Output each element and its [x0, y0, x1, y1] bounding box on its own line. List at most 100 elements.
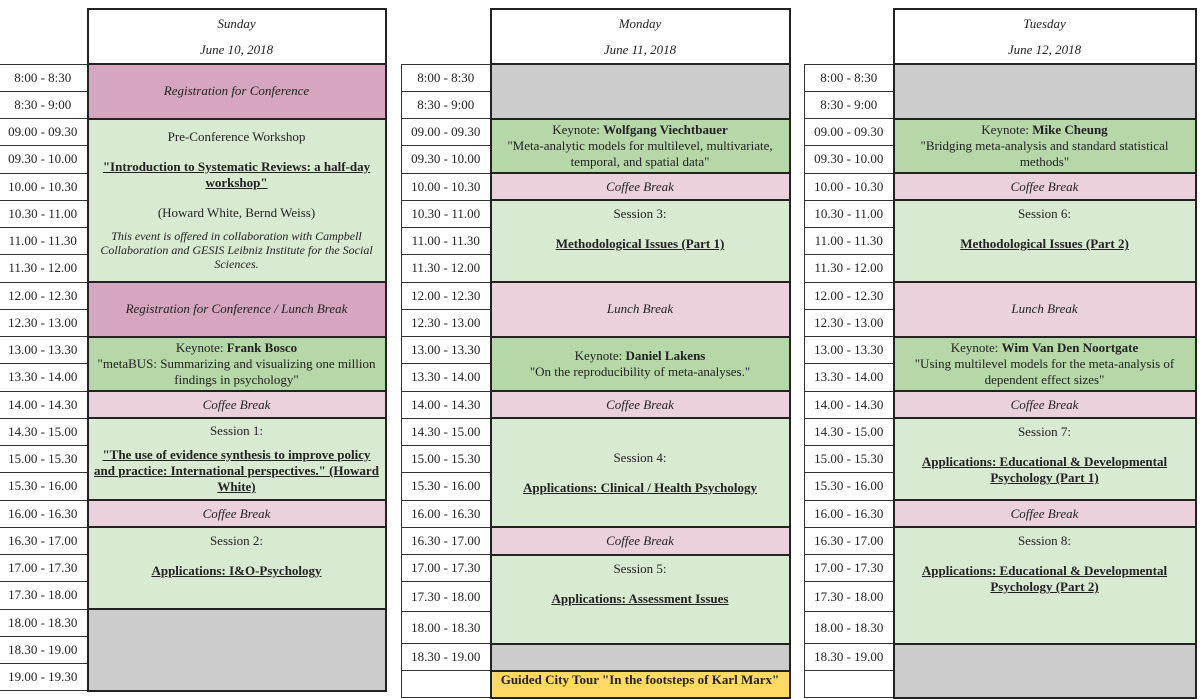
time-slot: 09.30 - 10.00: [0, 145, 88, 174]
break-slot[interactable]: Coffee Break: [892, 498, 1197, 529]
time-slot: 15.30 - 16.00: [0, 472, 88, 501]
table-row: 18.30 - 19.00: [401, 642, 791, 672]
event-cell[interactable]: Guided City Tour "In the footsteps of Ka…: [489, 669, 791, 699]
break-slot[interactable]: Lunch Break: [489, 281, 791, 338]
event-cell[interactable]: Session 2: Applications: I&O-Psychology: [86, 526, 387, 611]
break-slot[interactable]: Coffee Break: [892, 171, 1197, 202]
event-cell[interactable]: Keynote: Mike Cheung "Bridging meta-analy…: [892, 117, 1197, 174]
time-slot: 18.00 - 18.30: [401, 611, 491, 645]
event-title-link[interactable]: "Introduction to Systematic Reviews: a h…: [93, 159, 381, 191]
event-title-link[interactable]: Methodological Issues (Part 1): [496, 236, 785, 252]
time-slot: 14.00 - 14.30: [0, 390, 88, 419]
event-text: Session 3:: [613, 206, 667, 222]
time-slot: 15.30 - 16.00: [804, 472, 894, 501]
time-slot: 12.30 - 13.00: [0, 308, 88, 338]
event-text: Keynote: Daniel Lakens: [496, 348, 785, 364]
event-title-link[interactable]: Applications: Educational & Developmenta…: [899, 454, 1191, 486]
table-row: 14.00 - 14.30 Coffee Break: [0, 389, 387, 420]
time-slot: 15.00 - 15.30: [804, 444, 894, 474]
time-slot: 18.30 - 19.00: [0, 635, 88, 665]
event-title-link[interactable]: Applications: Educational & Developmenta…: [899, 563, 1191, 595]
time-slot: 16.00 - 16.30: [401, 499, 491, 528]
event-text: Coffee Break: [202, 396, 271, 412]
table-row: 10.30 - 11.00 Session 3: Methodological Is…: [401, 199, 791, 283]
table-row: 16.30 - 17.00 Coffee Break: [401, 526, 791, 556]
event-text: Session 1:: [209, 423, 264, 439]
event-text: Registration for Conference: [163, 83, 310, 99]
free-slot: [86, 608, 387, 692]
day-name: Tuesday: [892, 8, 1197, 37]
break-slot[interactable]: Coffee Break: [86, 389, 387, 420]
time-slot: 09.00 - 09.30: [804, 117, 894, 147]
table-row: 10.00 - 10.30 Coffee Break: [804, 171, 1197, 202]
table-row: 09.00 - 09.30 Keynote: Mike Cheung "Bridgi…: [804, 117, 1197, 174]
event-cell[interactable]: Session 1: "The use of evidence synthesis…: [86, 417, 387, 501]
event-text: "On the reproducibility of meta-analyses…: [529, 363, 751, 379]
keynote-speaker: Wim Van Den Noortgate: [1001, 339, 1139, 355]
break-slot[interactable]: Coffee Break: [86, 498, 387, 529]
time-slot: 09.30 - 10.00: [804, 145, 894, 174]
event-text: Coffee Break: [606, 178, 674, 194]
event-cell[interactable]: Keynote: Wolfgang Viechtbauer "Meta-analy…: [489, 117, 791, 174]
event-cell[interactable]: Registration for Conference / Lunch Brea…: [86, 281, 387, 338]
table-row: 14.30 - 15.00 Session 4: Applications: Cli…: [401, 417, 791, 529]
table-row: 16.30 - 17.00 Session 2: Applications: I&O…: [0, 526, 387, 611]
time-slot: 18.30 - 19.00: [804, 643, 894, 672]
break-slot[interactable]: Coffee Break: [489, 389, 791, 420]
time-slot: 11.30 - 12.00: [804, 254, 894, 283]
time-slot: 17.30 - 18.00: [0, 581, 88, 610]
event-title-link[interactable]: Applications: Assessment Issues: [496, 591, 785, 607]
keynote-label: Keynote:: [552, 121, 604, 137]
event-text: Session 6:: [1017, 206, 1072, 222]
event-cell[interactable]: Session 8: Applications: Educational & De…: [892, 526, 1197, 645]
break-slot[interactable]: Coffee Break: [892, 389, 1197, 420]
event-cell[interactable]: Keynote: Frank Bosco "metaBUS: Summarizin…: [86, 335, 387, 392]
event-text: Coffee Break: [1010, 505, 1079, 521]
event-text: This event is offered in collaboration w…: [100, 229, 373, 272]
time-slot: 13.00 - 13.30: [0, 335, 88, 365]
table-row: Guided City Tour "In the footsteps of Ka…: [401, 669, 791, 699]
event-cell[interactable]: Keynote: Wim Van Den Noortgate "Using mul…: [892, 335, 1197, 392]
table-row: 09.00 - 09.30 Pre-Conference Workshop "Int…: [0, 117, 387, 283]
table-row: 8:00 - 8:30 Registration for Conference: [0, 63, 387, 120]
table-row: 16.30 - 17.00 Session 8: Applications: Edu…: [804, 526, 1197, 645]
event-cell[interactable]: Session 5: Applications: Assessment Issue…: [489, 553, 791, 645]
event-title-link[interactable]: Applications: Clinical / Health Psycholo…: [496, 480, 785, 496]
table-row: 16.00 - 16.30 Coffee Break: [804, 498, 1197, 529]
header-blank: [402, 9, 491, 64]
time-slot: 10.00 - 10.30: [804, 172, 894, 201]
time-slot: 12.00 - 12.30: [0, 281, 88, 310]
time-slot: 10.30 - 11.00: [401, 199, 491, 229]
event-cell[interactable]: Pre-Conference Workshop "Introduction to …: [86, 117, 387, 283]
break-slot[interactable]: Lunch Break: [892, 281, 1197, 338]
time-slot: 16.00 - 16.30: [0, 499, 88, 528]
time-slot: 15.30 - 16.00: [401, 472, 491, 501]
time-slot: 16.30 - 17.00: [0, 526, 88, 556]
event-title-link[interactable]: Methodological Issues (Part 2): [899, 236, 1191, 252]
event-text: "Using multilevel models for the meta-an…: [914, 355, 1175, 387]
break-slot[interactable]: Coffee Break: [489, 171, 791, 202]
time-slot: 17.30 - 18.00: [401, 581, 491, 613]
time-slot: 09.00 - 09.30: [0, 117, 88, 147]
time-slot: 11.30 - 12.00: [0, 254, 88, 283]
time-slot: 17.00 - 17.30: [401, 553, 491, 583]
time-slot: 19.00 - 19.30: [0, 663, 88, 692]
time-slot: 13.30 - 14.00: [0, 363, 88, 392]
event-cell[interactable]: Registration for Conference: [86, 63, 387, 120]
day-name: Sunday: [86, 8, 387, 37]
time-slot: 17.30 - 18.00: [804, 581, 894, 613]
event-text: Session 5:: [613, 560, 667, 576]
time-slot: 8:30 - 9:00: [401, 90, 491, 120]
event-cell[interactable]: Keynote: Daniel Lakens "On the reproducib…: [489, 335, 791, 392]
event-cell[interactable]: Session 4: Applications: Clinical / Healt…: [489, 417, 791, 529]
event-title-link[interactable]: Applications: I&O-Psychology: [93, 563, 381, 579]
keynote-label: Keynote:: [950, 339, 1002, 355]
event-cell[interactable]: Session 3: Methodological Issues (Part 1): [489, 199, 791, 283]
event-text: Registration for Conference / Lunch Brea…: [125, 301, 348, 317]
time-slot: 16.00 - 16.30: [804, 499, 894, 528]
event-cell[interactable]: Session 6: Methodological Issues (Part 2): [892, 199, 1197, 283]
event-cell[interactable]: Session 7: Applications: Educational & De…: [892, 417, 1197, 501]
event-title-link[interactable]: "The use of evidence synthesis to improv…: [93, 447, 381, 495]
table-row: 12.00 - 12.30 Lunch Break: [804, 281, 1197, 338]
break-slot[interactable]: Coffee Break: [489, 526, 791, 556]
